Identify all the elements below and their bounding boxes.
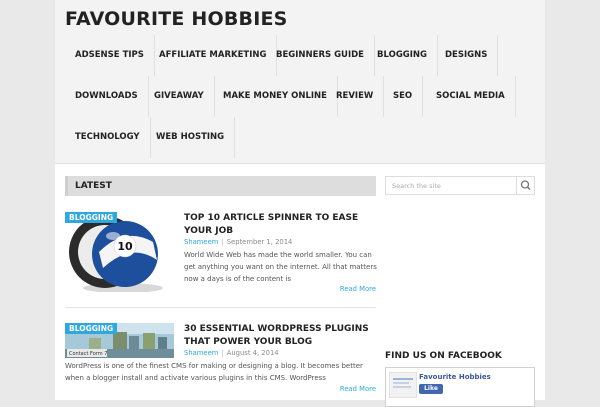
facebook-like-button[interactable]: Like: [419, 384, 443, 394]
meta-separator: |: [221, 238, 224, 246]
facebook-page-name[interactable]: Favourite Hobbies: [419, 373, 491, 381]
nav-item-affiliate-marketing[interactable]: AFFILIATE MARKETING: [149, 35, 278, 76]
nav-item-social-media[interactable]: SOCIAL MEDIA: [426, 76, 516, 117]
facebook-widget-heading: FIND US ON FACEBOOK: [385, 351, 502, 361]
search-form: [385, 176, 535, 195]
page-avatar-image: [393, 378, 413, 388]
nav-item-blogging[interactable]: BLOGGING: [367, 35, 439, 76]
facebook-like-label: Like: [424, 385, 438, 392]
thumbnail-caption: Contact Form 7: [69, 351, 107, 357]
post-thumbnail[interactable]: 10 BLOGGING: [65, 212, 174, 292]
post-excerpt: World Wide Web has made the world smalle…: [184, 251, 377, 283]
search-icon: [520, 180, 531, 191]
meta-separator: |: [221, 349, 224, 357]
read-more-link[interactable]: Read More: [340, 285, 376, 293]
search-button[interactable]: [516, 177, 534, 194]
nav-item-review[interactable]: REVIEW: [326, 76, 385, 117]
post-thumbnail[interactable]: Contact Form 7 BLOGGING: [65, 323, 174, 358]
post-author[interactable]: Shameem: [184, 349, 218, 357]
facebook-page-box: Favourite Hobbies Like: [385, 367, 535, 407]
nav-item-beginners-guide[interactable]: BEGINNERS GUIDE: [266, 35, 375, 76]
post-title[interactable]: TOP 10 ARTICLE SPINNER TO EASE YOUR JOB: [184, 212, 379, 238]
latest-heading: LATEST: [75, 181, 112, 191]
post-title[interactable]: 30 ESSENTIAL WORDPRESS PLUGINS THAT POWE…: [184, 323, 379, 349]
post-divider: [65, 307, 376, 308]
post-date: August 4, 2014: [226, 349, 279, 357]
nav-item-adsense-tips[interactable]: ADSENSE TIPS: [65, 35, 155, 76]
post-author[interactable]: Shameem: [184, 238, 218, 246]
post-meta: Shameem | August 4, 2014: [184, 349, 279, 357]
billiard-ball-number: 10: [117, 240, 133, 253]
billiard-ball-image: 10: [65, 212, 174, 292]
category-badge[interactable]: BLOGGING: [65, 212, 118, 223]
site-header: FAVOURITE HOBBIES ADSENSE TIPS AFFILIATE…: [55, 0, 545, 164]
page-container: FAVOURITE HOBBIES ADSENSE TIPS AFFILIATE…: [55, 0, 545, 407]
nav-item-make-money-online[interactable]: MAKE MONEY ONLINE: [213, 76, 338, 117]
nav-item-downloads[interactable]: DOWNLOADS: [65, 76, 149, 117]
post-meta: Shameem | September 1, 2014: [184, 238, 292, 246]
post-date: September 1, 2014: [226, 238, 293, 246]
post-item: Contact Form 7 BLOGGING 30 ESSENTIAL WOR…: [65, 323, 376, 393]
category-badge[interactable]: BLOGGING: [65, 323, 118, 334]
nav-item-technology[interactable]: TECHNOLOGY: [65, 117, 151, 158]
facebook-page-avatar[interactable]: [389, 372, 417, 398]
post-item: 10 BLOGGING TOP 10 ARTICLE SPINNER TO EA…: [65, 212, 379, 302]
nav-item-giveaway[interactable]: GIVEAWAY: [144, 76, 215, 117]
nav-item-web-hosting[interactable]: WEB HOSTING: [146, 117, 236, 158]
search-input[interactable]: [386, 177, 528, 194]
read-more-link[interactable]: Read More: [340, 385, 376, 393]
latest-heading-bar: LATEST: [65, 176, 376, 196]
post-excerpt: WordPress is one of the finest CMS for m…: [65, 362, 363, 382]
site-title[interactable]: FAVOURITE HOBBIES: [65, 8, 288, 30]
nav-item-designs[interactable]: DESIGNS: [435, 35, 499, 76]
nav-item-seo[interactable]: SEO: [383, 76, 424, 117]
